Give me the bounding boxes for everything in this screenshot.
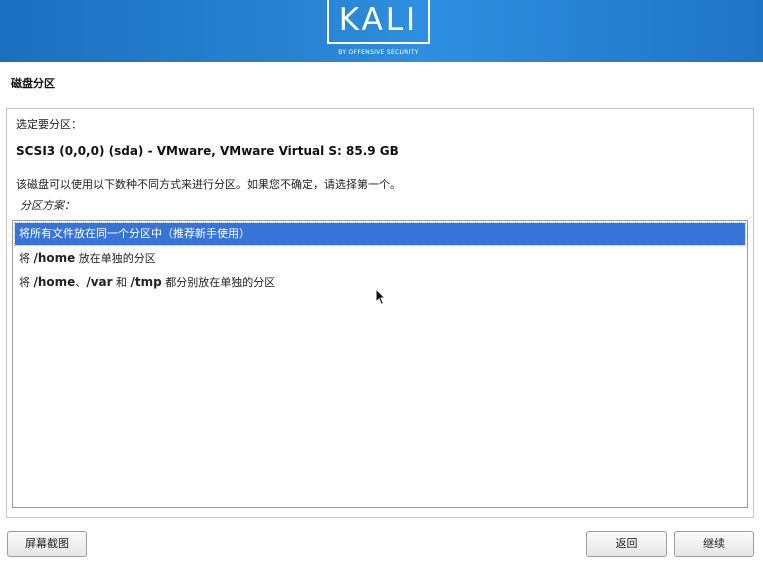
logo-subtitle: BY OFFENSIVE SECURITY [338, 49, 419, 56]
list-item-separate-home[interactable]: 将 /home 放在单独的分区 [15, 247, 745, 269]
path-tmp: /tmp [130, 275, 162, 289]
list-item-text: 和 [112, 276, 131, 289]
disk-name: SCSI3 (0,0,0) (sda) - VMware, VMware Vir… [16, 144, 399, 158]
list-item-text: 放在单独的分区 [75, 252, 156, 265]
mouse-pointer-icon [375, 288, 387, 306]
list-item-text: 将 [19, 252, 34, 265]
list-item-text: 将 [19, 276, 34, 289]
kali-logo: KALI BY OFFENSIVE SECURITY [327, 0, 434, 60]
list-item-text: 都分别放在单独的分区 [161, 276, 276, 289]
list-item-all-in-one[interactable]: 将所有文件放在同一个分区中（推荐新手使用） [14, 222, 746, 246]
select-label: 选定要分区： [16, 118, 82, 131]
list-item-label: 将所有文件放在同一个分区中（推荐新手使用） [19, 227, 250, 240]
list-item-text: 、 [75, 276, 87, 289]
screenshot-button[interactable]: 屏幕截图 [7, 531, 87, 557]
partition-scheme-list[interactable]: 将所有文件放在同一个分区中（推荐新手使用） 将 /home 放在单独的分区 将 … [12, 220, 748, 508]
scheme-label: 分区方案： [20, 199, 75, 212]
path-home: /home [33, 251, 76, 265]
path-home: /home [33, 275, 76, 289]
page-title: 磁盘分区 [11, 77, 55, 90]
description-text: 该磁盘可以使用以下数种不同方式来进行分区。如果您不确定，请选择第一个。 [16, 178, 401, 191]
kali-banner: KALI BY OFFENSIVE SECURITY [0, 0, 763, 62]
logo-text: KALI [338, 2, 419, 38]
continue-button[interactable]: 继续 [674, 531, 754, 557]
back-button[interactable]: 返回 [586, 531, 667, 557]
path-var: /var [86, 275, 113, 289]
